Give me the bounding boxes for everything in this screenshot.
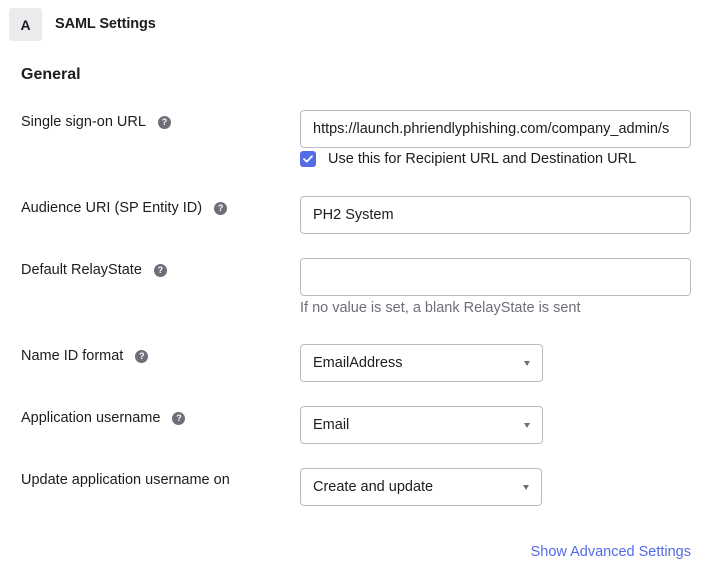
app-username-select[interactable]: Email xyxy=(300,406,543,444)
step-title: SAML Settings xyxy=(55,16,156,32)
relay-state-label: Default RelayState ? xyxy=(21,262,167,278)
help-icon[interactable]: ? xyxy=(172,411,186,425)
update-username-label: Update application username on xyxy=(21,472,230,488)
section-title: General xyxy=(21,66,81,83)
audience-uri-label: Audience URI (SP Entity ID) ? xyxy=(21,200,228,216)
caret-down-icon xyxy=(524,360,530,366)
sso-url-value: https://launch.phriendlyphishing.com/com… xyxy=(313,121,670,137)
checkmark-icon xyxy=(303,155,313,163)
caret-down-icon xyxy=(523,484,529,490)
name-id-format-label: Name ID format ? xyxy=(21,348,149,364)
recipient-url-checkbox-row[interactable]: Use this for Recipient URL and Destinati… xyxy=(300,151,636,167)
help-icon[interactable]: ? xyxy=(135,349,149,363)
show-advanced-settings-link[interactable]: Show Advanced Settings xyxy=(531,544,691,560)
app-username-selected: Email xyxy=(313,417,350,433)
help-icon[interactable]: ? xyxy=(214,201,228,215)
audience-uri-input[interactable]: PH2 System xyxy=(300,196,691,234)
name-id-format-label-text: Name ID format xyxy=(21,348,124,364)
sso-url-label: Single sign-on URL ? xyxy=(21,114,171,130)
recipient-url-checkbox[interactable] xyxy=(300,151,316,167)
recipient-url-checkbox-label: Use this for Recipient URL and Destinati… xyxy=(328,151,637,167)
audience-uri-label-text: Audience URI (SP Entity ID) xyxy=(21,200,203,216)
help-icon[interactable]: ? xyxy=(157,115,171,129)
update-username-selected: Create and update xyxy=(313,479,434,495)
help-icon[interactable]: ? xyxy=(153,263,167,277)
step-badge: A xyxy=(9,8,42,41)
update-username-label-text: Update application username on xyxy=(21,472,230,488)
relay-state-label-text: Default RelayState xyxy=(21,262,142,278)
name-id-format-selected: EmailAddress xyxy=(313,355,403,371)
audience-uri-value: PH2 System xyxy=(313,207,394,223)
sso-url-input[interactable]: https://launch.phriendlyphishing.com/com… xyxy=(300,110,691,148)
app-username-label: Application username ? xyxy=(21,410,186,426)
update-username-select[interactable]: Create and update xyxy=(300,468,542,506)
saml-settings-page: A SAML Settings General Single sign-on U… xyxy=(0,0,707,577)
sso-url-label-text: Single sign-on URL xyxy=(21,114,146,130)
app-username-label-text: Application username xyxy=(21,410,161,426)
caret-down-icon xyxy=(524,422,530,428)
name-id-format-select[interactable]: EmailAddress xyxy=(300,344,543,382)
relay-state-input[interactable] xyxy=(300,258,691,296)
relay-state-hint: If no value is set, a blank RelayState i… xyxy=(300,300,581,316)
